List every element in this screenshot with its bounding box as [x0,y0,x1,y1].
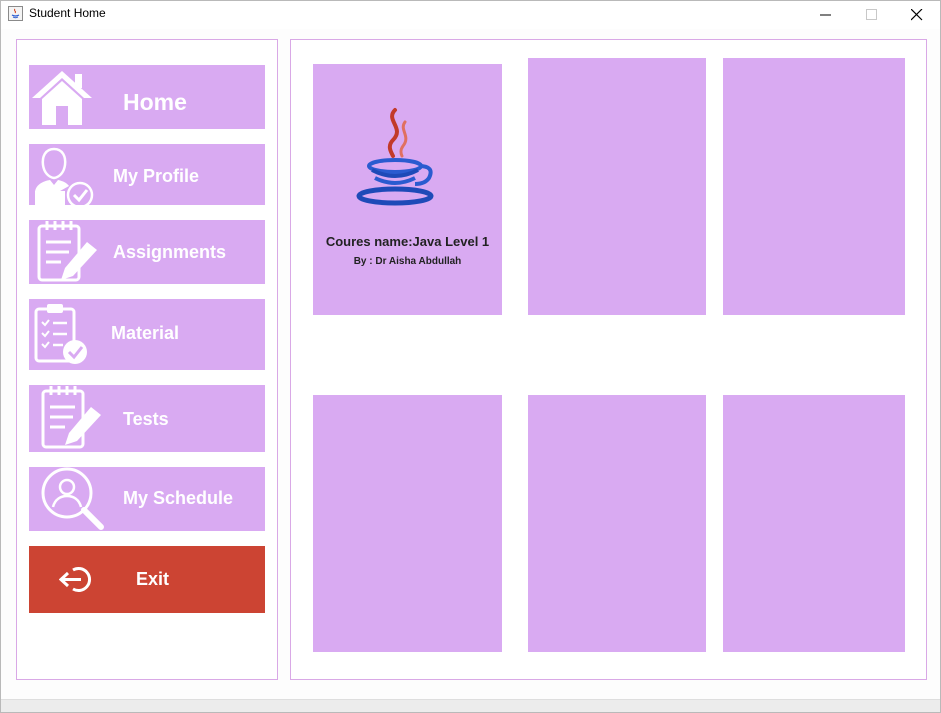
close-button[interactable] [894,1,940,29]
sidebar-item-label: Assignments [113,242,227,262]
sidebar-item-my-profile[interactable]: My Profile [29,144,265,205]
user-check-icon [35,147,94,205]
sidebar-item-tests[interactable]: Tests [29,385,265,452]
window-title: Student Home [29,6,106,20]
java-icon [8,6,23,21]
sidebar-item-material[interactable]: Material [29,299,265,370]
content-area: Home My Profile Assignments Material Tes… [1,29,940,699]
course-card[interactable] [723,58,905,315]
sidebar-item-label: Material [111,323,180,343]
course-card[interactable] [313,395,502,652]
sidebar-item-my-schedule[interactable]: My Schedule [29,467,265,531]
close-icon [911,9,923,21]
java-logo [356,108,434,206]
sidebar-item-home[interactable]: Home [29,65,265,129]
notepad-pencil-icon [37,221,97,282]
minimize-button[interactable] [803,1,849,29]
course-author: By : Dr Aisha Abdullah [353,256,462,267]
course-card-java[interactable]: Coures name:Java Level 1 By : Dr Aisha A… [313,64,502,315]
course-card[interactable] [528,58,706,315]
minimize-icon [820,14,831,16]
maximize-icon [866,9,877,20]
sidebar-item-label: Home [123,89,187,115]
notepad-pencil-icon [41,386,101,449]
exit-button[interactable]: Exit [29,546,265,613]
sidebar: Home My Profile Assignments Material Tes… [16,39,278,680]
exit-label: Exit [136,569,170,589]
course-name: Coures name:Java Level 1 [325,234,490,249]
course-card[interactable] [528,395,706,652]
status-bar [1,699,940,712]
sidebar-item-label: My Profile [113,166,200,186]
sidebar-item-label: Tests [123,409,169,429]
title-bar[interactable]: Student Home [1,1,940,29]
clipboard-check-icon [34,304,87,364]
sidebar-item-assignments[interactable]: Assignments [29,220,265,284]
house-icon [32,71,92,125]
course-card[interactable] [723,395,905,652]
user-search-icon [41,467,104,530]
student-home-window: Student Home Home My Profile Assignments… [0,0,941,713]
sidebar-item-label: My Schedule [123,488,234,508]
exit-icon [59,567,91,592]
course-grid: Coures name:Java Level 1 By : Dr Aisha A… [290,39,927,680]
maximize-button[interactable] [849,1,895,29]
